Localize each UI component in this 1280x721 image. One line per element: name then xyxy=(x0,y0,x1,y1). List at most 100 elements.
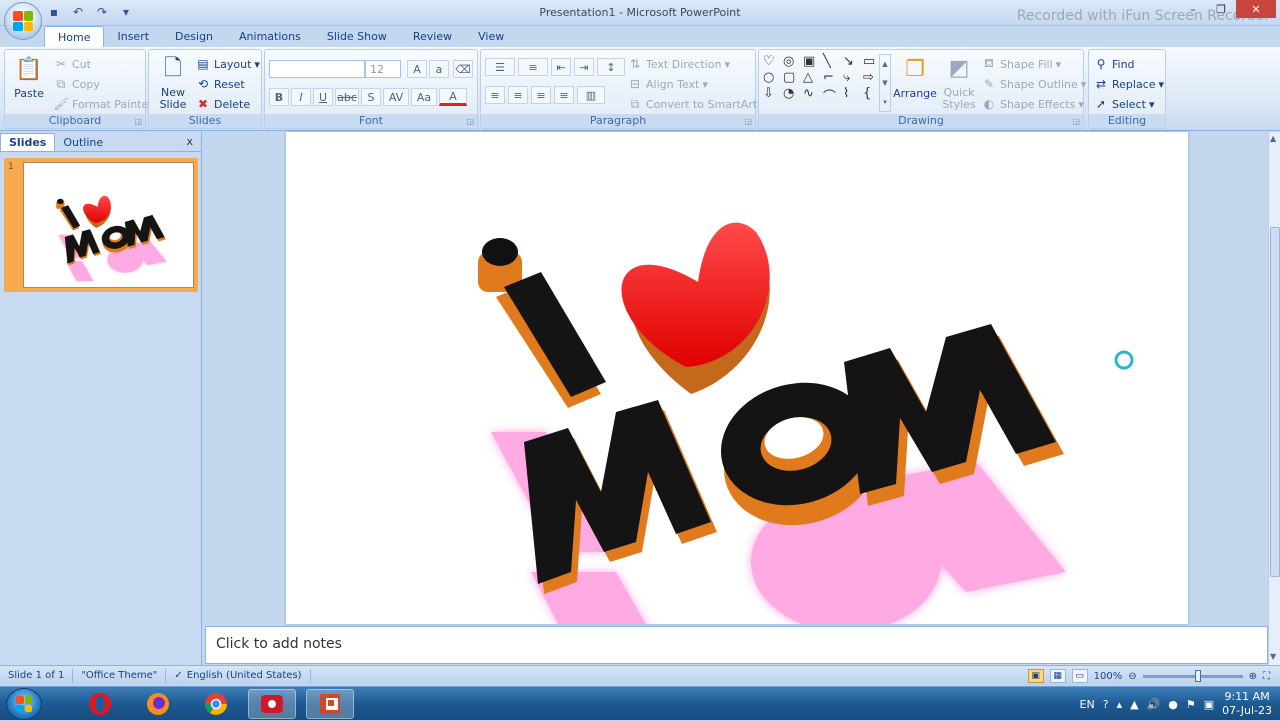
elbow-connector-icon[interactable]: ⌐ xyxy=(823,70,842,85)
char-spacing-button[interactable]: AV xyxy=(383,88,409,106)
tab-view[interactable]: View xyxy=(465,26,517,48)
close-pane-icon[interactable]: x xyxy=(186,135,193,148)
scroll-thumb[interactable] xyxy=(1270,227,1280,577)
paste-button[interactable]: 📋 Paste xyxy=(11,54,47,101)
dialog-launcher-icon[interactable]: ◲ xyxy=(134,117,142,126)
italic-button[interactable]: I xyxy=(291,88,311,106)
arrange-button[interactable]: ❐ Arrange xyxy=(893,54,937,101)
align-left-icon[interactable]: ≡ xyxy=(485,86,505,104)
underline-button[interactable]: U xyxy=(313,88,333,106)
chrome-app-icon[interactable] xyxy=(192,689,240,719)
bullets-icon[interactable]: ☰ xyxy=(485,58,515,76)
zoom-out-icon[interactable]: ⊖ xyxy=(1128,671,1136,682)
clear-format-icon[interactable]: ⌫ xyxy=(453,60,473,78)
office-button[interactable] xyxy=(4,2,42,40)
align-right-icon[interactable]: ≡ xyxy=(531,86,551,104)
zoom-slider-thumb[interactable] xyxy=(1194,669,1201,682)
shape-outline-button[interactable]: ✎ Shape Outline ▾ xyxy=(981,76,1086,92)
start-button[interactable] xyxy=(6,688,42,720)
decrease-indent-icon[interactable]: ⇤ xyxy=(551,58,571,76)
reset-button[interactable]: ⟲ Reset xyxy=(195,76,245,92)
shape-effects-button[interactable]: ◐ Shape Effects ▾ xyxy=(981,96,1084,112)
freeform-shape-icon[interactable]: ⌇ xyxy=(843,86,862,105)
replace-button[interactable]: ⇄ Replace ▾ xyxy=(1093,76,1164,92)
tab-outline[interactable]: Outline xyxy=(55,134,111,151)
action-center-flag-icon[interactable]: ⚑ xyxy=(1186,698,1196,711)
restore-button[interactable]: ❐ xyxy=(1208,0,1234,18)
language-indicator[interactable]: EN xyxy=(1080,698,1095,711)
zoom-in-icon[interactable]: ⊕ xyxy=(1249,671,1257,682)
align-text-button[interactable]: ⊟ Align Text ▾ xyxy=(627,76,708,92)
slide-sorter-icon[interactable]: ▦ xyxy=(1049,669,1066,683)
font-name-combo[interactable] xyxy=(269,60,365,78)
tab-home[interactable]: Home xyxy=(44,26,105,48)
justify-icon[interactable]: ≡ xyxy=(554,86,574,104)
shape-fill-button[interactable]: ⛾ Shape Fill ▾ xyxy=(981,56,1061,72)
find-button[interactable]: ⚲ Find xyxy=(1093,56,1135,72)
arc-shape-icon[interactable]: ⌒ xyxy=(823,86,842,105)
font-size-combo[interactable]: 12 xyxy=(365,60,401,78)
down-arrow-shape-icon[interactable]: ⇩ xyxy=(763,86,782,105)
tab-animations[interactable]: Animations xyxy=(226,26,314,48)
heart-shape-icon[interactable]: ♡ xyxy=(763,54,782,69)
strikethrough-button[interactable]: abc xyxy=(335,88,359,106)
tab-slides[interactable]: Slides xyxy=(0,133,56,151)
i-love-mom-wordart[interactable] xyxy=(286,132,1188,624)
screen-recorder-app-icon[interactable] xyxy=(248,689,296,719)
close-button[interactable]: ✕ xyxy=(1236,0,1276,18)
grow-font-icon[interactable]: A xyxy=(407,60,427,78)
change-case-button[interactable]: Aa xyxy=(411,88,437,106)
normal-view-icon[interactable]: ▣ xyxy=(1027,669,1044,683)
text-direction-button[interactable]: ⇅ Text Direction ▾ xyxy=(627,56,730,72)
line-shape-icon[interactable]: ╲ xyxy=(823,54,842,69)
copy-button[interactable]: ⧉ Copy xyxy=(53,76,100,92)
donut-shape-icon[interactable]: ◎ xyxy=(783,54,802,69)
dialog-launcher-icon[interactable]: ◲ xyxy=(1072,117,1080,126)
tab-slide-show[interactable]: Slide Show xyxy=(314,26,400,48)
shrink-font-icon[interactable]: a xyxy=(429,60,449,78)
vertical-scrollbar[interactable]: ▲ ▼ xyxy=(1268,132,1280,665)
slide-thumbnail-selected[interactable]: 1 xyxy=(4,158,198,292)
convert-smartart-button[interactable]: ⧉Convert to SmartArt ▾ xyxy=(627,96,766,112)
tab-insert[interactable]: Insert xyxy=(104,26,162,48)
callout-shape-icon[interactable]: ◔ xyxy=(783,86,802,105)
scroll-up-icon[interactable]: ▲ xyxy=(1270,134,1276,143)
columns-icon[interactable]: ▥ xyxy=(577,86,605,104)
fit-window-icon[interactable]: ⛶ xyxy=(1263,671,1270,682)
curved-connector-icon[interactable]: ⤷ xyxy=(843,70,862,85)
shapes-scroll[interactable]: ▲ ▼ ▾ xyxy=(879,54,891,112)
new-slide-button[interactable]: 🗋 New Slide xyxy=(153,54,193,111)
language-status[interactable]: ✓ English (United States) xyxy=(166,668,311,683)
bold-button[interactable]: B xyxy=(269,88,289,106)
curve-shape-icon[interactable]: ∿ xyxy=(803,86,822,105)
layout-button[interactable]: ▤ Layout ▾ xyxy=(195,56,260,72)
zoom-slider[interactable] xyxy=(1142,669,1243,682)
triangle-shape-icon[interactable]: △ xyxy=(803,70,822,85)
minimize-button[interactable]: – xyxy=(1180,0,1206,18)
quick-styles-button[interactable]: ◩ Quick Styles xyxy=(939,54,979,111)
tab-design[interactable]: Design xyxy=(162,26,226,48)
oval-shape-icon[interactable]: ○ xyxy=(763,70,782,85)
increase-indent-icon[interactable]: ⇥ xyxy=(574,58,594,76)
arrow-line-icon[interactable]: ↘ xyxy=(843,54,862,69)
network-icon[interactable]: ▴ xyxy=(1117,698,1123,711)
cut-button[interactable]: ✂ Cut xyxy=(53,56,91,72)
slide-thumbnail[interactable] xyxy=(23,162,194,288)
select-button[interactable]: ➚ Select ▾ xyxy=(1093,96,1155,112)
zoom-level[interactable]: 100% xyxy=(1094,671,1123,682)
rounded-rect-icon[interactable]: ▢ xyxy=(783,70,802,85)
tab-review[interactable]: Review xyxy=(400,26,465,48)
opera-app-icon[interactable] xyxy=(76,689,124,719)
slide-show-icon[interactable]: ▭ xyxy=(1071,669,1088,683)
font-color-button[interactable]: A xyxy=(439,88,467,106)
textbox-shape-icon[interactable]: ▣ xyxy=(803,54,822,69)
show-hidden-icons-icon[interactable]: ▲ xyxy=(1130,698,1138,711)
recorder-tray-icon[interactable]: ● xyxy=(1168,698,1178,711)
delete-button[interactable]: ✖ Delete xyxy=(195,96,250,112)
format-painter-button[interactable]: 🖌 Format Painter xyxy=(53,96,152,112)
slide-canvas[interactable] xyxy=(286,132,1188,624)
firefox-app-icon[interactable] xyxy=(134,689,182,719)
display-icon[interactable]: ▣ xyxy=(1204,698,1214,711)
volume-icon[interactable]: 🔊 xyxy=(1147,698,1161,711)
numbering-icon[interactable]: ≡ xyxy=(518,58,548,76)
